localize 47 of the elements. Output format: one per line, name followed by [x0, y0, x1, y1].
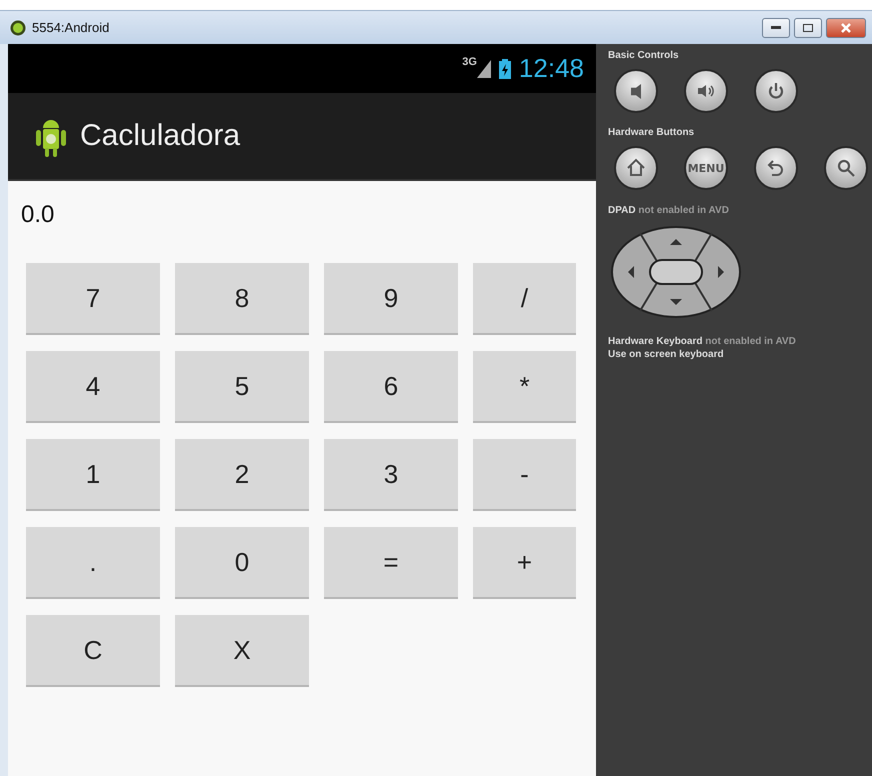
dpad-note: DPAD not enabled in AVD — [608, 204, 730, 217]
power-button[interactable] — [754, 69, 798, 113]
section-title: Hardware Buttons — [608, 127, 696, 138]
close-icon — [841, 22, 851, 32]
home-button[interactable] — [614, 146, 658, 190]
section-title: Basic Controls — [608, 50, 680, 61]
calculator-key[interactable]: 9 — [324, 263, 458, 335]
search-button[interactable] — [824, 146, 868, 190]
volume-up-button[interactable] — [684, 69, 728, 113]
signal-icon — [476, 60, 491, 78]
calculator-key[interactable]: + — [473, 527, 576, 599]
calculator-key[interactable]: 7 — [26, 263, 160, 335]
volume-down-button[interactable] — [614, 69, 658, 113]
android-icon — [10, 20, 26, 36]
result-display: 0.0 — [20, 200, 56, 230]
calculator-key[interactable]: X — [175, 615, 309, 687]
search-icon — [835, 157, 857, 179]
calculator-key[interactable]: 4 — [26, 351, 160, 423]
window-title: 5554:Android — [32, 20, 110, 35]
calculator-key[interactable]: 6 — [324, 351, 458, 423]
battery-icon — [498, 58, 511, 78]
calculator-key[interactable]: 1 — [26, 439, 160, 511]
back-button[interactable] — [754, 146, 798, 190]
speaker-icon — [631, 84, 641, 98]
app-title: Cacluladora — [80, 119, 240, 153]
house-icon — [625, 157, 647, 179]
calculator-key[interactable]: * — [473, 351, 576, 423]
calculator-key[interactable]: / — [473, 263, 576, 335]
menu-button[interactable]: MENU — [684, 146, 728, 190]
keyboard-note: Hardware Keyboard not enabled in AVD — [608, 335, 797, 348]
clock: 12:48 — [518, 53, 584, 84]
calculator-key[interactable]: 8 — [175, 263, 309, 335]
calculator-key[interactable]: C — [26, 615, 160, 687]
close-button[interactable] — [826, 18, 866, 38]
calculator-key[interactable]: . — [26, 527, 160, 599]
calculator-key[interactable]: 3 — [324, 439, 458, 511]
calculator-key[interactable]: 0 — [175, 527, 309, 599]
calculator-key[interactable]: - — [473, 439, 576, 511]
calculator-key[interactable]: 5 — [175, 351, 309, 423]
calculator-key[interactable]: 2 — [175, 439, 309, 511]
minimize-icon — [771, 26, 781, 29]
maximize-button[interactable] — [794, 18, 822, 38]
maximize-icon — [803, 24, 813, 32]
network-type: 3G — [462, 56, 477, 68]
keyboard-hint: Use on screen keyboard — [608, 348, 725, 361]
minimize-button[interactable] — [762, 18, 790, 38]
calculator-key[interactable]: = — [324, 527, 458, 599]
